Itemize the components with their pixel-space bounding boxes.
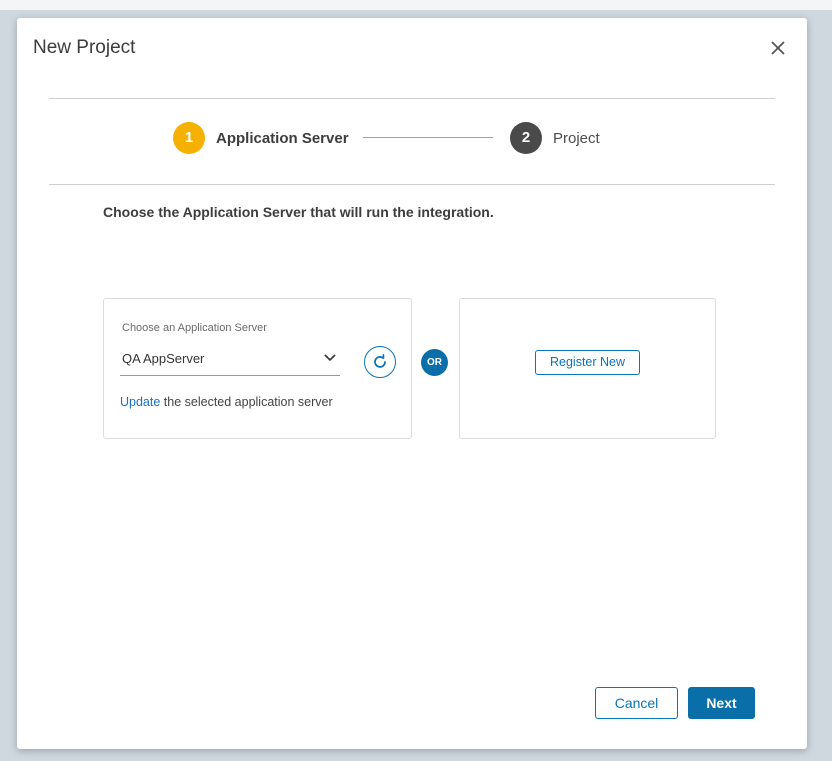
- server-select-value: QA AppServer: [122, 351, 205, 366]
- step-connector: [363, 137, 493, 138]
- server-select[interactable]: QA AppServer: [120, 349, 340, 376]
- register-new-button[interactable]: Register New: [535, 350, 640, 375]
- step-2-label: Project: [553, 130, 600, 147]
- refresh-button[interactable]: [364, 346, 396, 378]
- background-strip: [0, 0, 832, 10]
- divider-bottom: [49, 184, 775, 185]
- instruction-text: Choose the Application Server that will …: [103, 204, 494, 220]
- cancel-button[interactable]: Cancel: [595, 687, 678, 719]
- divider-top: [49, 98, 775, 99]
- register-card: Register New: [459, 298, 716, 439]
- close-icon[interactable]: [769, 39, 787, 57]
- update-link[interactable]: Update: [120, 395, 160, 409]
- dialog-title: New Project: [33, 37, 136, 58]
- or-badge: OR: [421, 349, 448, 376]
- step-2-badge: 2: [510, 122, 542, 154]
- refresh-icon: [374, 354, 386, 368]
- new-project-dialog: New Project 1 Application Server 2 Proje…: [17, 18, 807, 749]
- stepper: 1 Application Server 2 Project: [173, 122, 613, 154]
- step-1-badge: 1: [173, 122, 205, 154]
- next-button[interactable]: Next: [688, 687, 755, 719]
- chevron-down-icon: [324, 354, 336, 362]
- server-field-label: Choose an Application Server: [122, 322, 267, 334]
- step-1-label: Application Server: [216, 130, 349, 147]
- update-text: the selected application server: [160, 395, 333, 409]
- update-line: Update the selected application server: [120, 395, 333, 409]
